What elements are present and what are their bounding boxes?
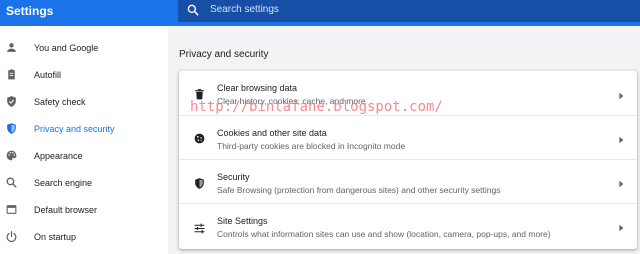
- sidebar: You and Google Autofill Safety check Pri…: [0, 26, 168, 254]
- row-title: Cookies and other site data: [217, 128, 327, 138]
- watermark: http://bintafane.blogspot.com/: [190, 99, 443, 115]
- browser-icon: [6, 205, 17, 214]
- security-row[interactable]: Security Safe Browsing (protection from …: [179, 159, 637, 203]
- search-bar[interactable]: Search settings: [178, 0, 640, 22]
- cookie-icon: [194, 133, 205, 144]
- shield-icon: [195, 178, 204, 189]
- top-bar: Settings Search settings: [0, 0, 640, 26]
- search-icon: [6, 177, 17, 188]
- row-subtitle: Safe Browsing (protection from dangerous…: [217, 185, 501, 195]
- site-settings-row[interactable]: Site Settings Controls what information …: [179, 203, 637, 247]
- privacy-settings-card: Clear browsing data Clear history, cooki…: [179, 71, 637, 249]
- sidebar-item-label: Privacy and security: [34, 123, 115, 134]
- palette-icon: [6, 150, 17, 161]
- arrow-right-icon: [619, 136, 624, 144]
- sidebar-item-search-engine[interactable]: Search engine: [0, 169, 168, 196]
- search-icon: [187, 4, 199, 16]
- sidebar-item-label: Appearance: [34, 150, 83, 161]
- shield-icon: [7, 123, 16, 134]
- row-title: Site Settings: [217, 216, 268, 226]
- row-title: Security: [217, 172, 250, 182]
- section-title: Privacy and security: [179, 49, 269, 60]
- sidebar-item-on-startup[interactable]: On startup: [0, 223, 168, 250]
- clipboard-icon: [8, 69, 15, 80]
- sidebar-item-autofill[interactable]: Autofill: [0, 61, 168, 88]
- search-input[interactable]: Search settings: [210, 4, 279, 15]
- cookies-row[interactable]: Cookies and other site data Third-party …: [179, 115, 637, 159]
- person-icon: [7, 43, 16, 52]
- row-title: Clear browsing data: [217, 83, 298, 93]
- arrow-right-icon: [619, 224, 624, 232]
- sidebar-item-you-and-google[interactable]: You and Google: [0, 34, 168, 61]
- power-icon: [6, 231, 17, 242]
- sidebar-item-label: Default browser: [34, 204, 98, 215]
- arrow-right-icon: [619, 92, 624, 100]
- sidebar-item-safety-check[interactable]: Safety check: [0, 88, 168, 115]
- sidebar-item-default-browser[interactable]: Default browser: [0, 196, 168, 223]
- sidebar-item-appearance[interactable]: Appearance: [0, 142, 168, 169]
- sidebar-item-label: Safety check: [34, 96, 86, 107]
- app-title: Settings: [6, 4, 54, 18]
- shield-check-icon: [7, 96, 16, 107]
- sidebar-item-label: Search engine: [34, 177, 93, 188]
- tune-icon: [194, 223, 205, 234]
- row-subtitle: Controls what information sites can use …: [217, 229, 551, 239]
- row-subtitle: Third-party cookies are blocked in Incog…: [217, 141, 406, 151]
- sidebar-item-label: Autofill: [34, 69, 62, 80]
- sidebar-item-privacy-and-security[interactable]: Privacy and security: [0, 115, 168, 142]
- sidebar-item-label: You and Google: [34, 42, 99, 53]
- arrow-right-icon: [619, 180, 624, 188]
- sidebar-item-label: On startup: [34, 231, 77, 242]
